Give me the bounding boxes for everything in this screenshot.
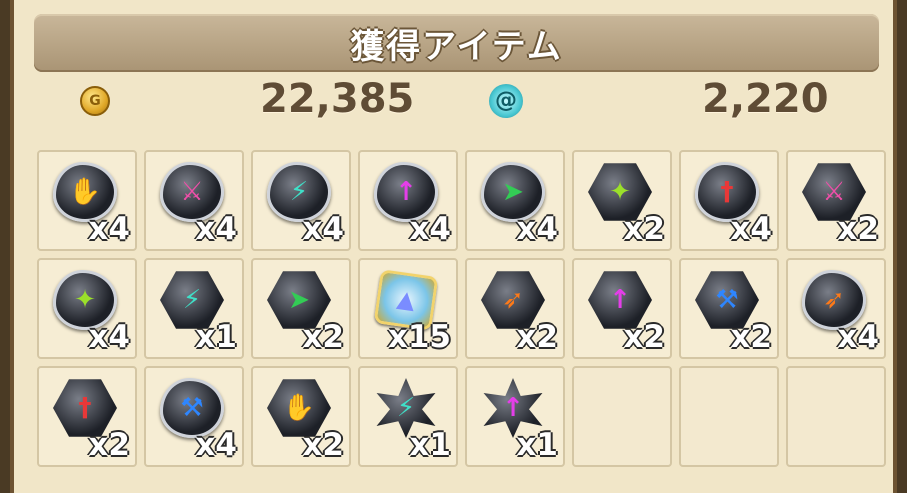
item-slot[interactable]: ➶ x2 <box>465 258 565 359</box>
empty-slot <box>572 366 672 467</box>
title-bar: 獲得アイテム <box>34 14 879 72</box>
item-slot[interactable]: ➤ x2 <box>251 258 351 359</box>
item-count: x4 <box>302 211 344 247</box>
item-slot[interactable]: ▲ x15 <box>358 258 458 359</box>
item-slot[interactable]: ⚡ x1 <box>358 366 458 467</box>
rune-swirl-icon: @ <box>489 84 523 118</box>
item-count: x15 <box>387 319 451 355</box>
item-count: x2 <box>302 427 344 463</box>
item-slot[interactable]: ✋ x2 <box>251 366 351 467</box>
item-slot[interactable]: † x4 <box>679 150 779 251</box>
item-count: x4 <box>837 319 879 355</box>
item-count: x2 <box>837 211 879 247</box>
gold-coin-icon: G <box>80 86 110 116</box>
item-count: x1 <box>516 427 558 463</box>
item-slot[interactable]: ➶ x4 <box>786 258 886 359</box>
item-count: x4 <box>88 211 130 247</box>
item-count: x4 <box>88 319 130 355</box>
item-slot[interactable]: ➤ x4 <box>465 150 565 251</box>
item-slot[interactable]: ↑ x1 <box>465 366 565 467</box>
item-slot[interactable]: † x2 <box>37 366 137 467</box>
item-slot[interactable]: ✋ x4 <box>37 150 137 251</box>
item-count: x4 <box>409 211 451 247</box>
rune-amount: 2,220 <box>702 76 829 122</box>
item-count: x2 <box>302 319 344 355</box>
item-count: x4 <box>730 211 772 247</box>
item-slot[interactable]: ⚡ x4 <box>251 150 351 251</box>
item-slot[interactable]: ⚒ x2 <box>679 258 779 359</box>
item-count: x2 <box>516 319 558 355</box>
gold-amount: 22,385 <box>260 76 415 122</box>
item-count: x2 <box>623 211 665 247</box>
item-count: x2 <box>730 319 772 355</box>
item-count: x4 <box>195 427 237 463</box>
page-title: 獲得アイテム <box>350 26 563 67</box>
item-grid: ✋ x4 ⚔ x4 ⚡ x4 ↑ x4 ➤ x4 ✦ x2 † x4 ⚔ x2 ✦ x4 ⚡ x1 ➤ x2 ▲ x15 ➶ x2… <box>37 150 886 467</box>
item-count: x4 <box>195 211 237 247</box>
empty-slot <box>786 366 886 467</box>
item-slot[interactable]: ✦ x4 <box>37 258 137 359</box>
item-slot[interactable]: ⚔ x4 <box>144 150 244 251</box>
rewards-panel: 獲得アイテム G 22,385 @ 2,220 ✋ x4 ⚔ x4 ⚡ x4 ↑ x4 ➤ x4 ✦… <box>10 0 897 493</box>
item-slot[interactable]: ✦ x2 <box>572 150 672 251</box>
item-slot[interactable]: ↑ x2 <box>572 258 672 359</box>
empty-slot <box>679 366 779 467</box>
item-count: x2 <box>88 427 130 463</box>
currency-row: G 22,385 @ 2,220 <box>14 76 901 128</box>
item-slot[interactable]: ⚔ x2 <box>786 150 886 251</box>
item-count: x1 <box>409 427 451 463</box>
item-slot[interactable]: ⚒ x4 <box>144 366 244 467</box>
item-count: x2 <box>623 319 665 355</box>
item-count: x4 <box>516 211 558 247</box>
item-slot[interactable]: ⚡ x1 <box>144 258 244 359</box>
item-count: x1 <box>195 319 237 355</box>
item-slot[interactable]: ↑ x4 <box>358 150 458 251</box>
